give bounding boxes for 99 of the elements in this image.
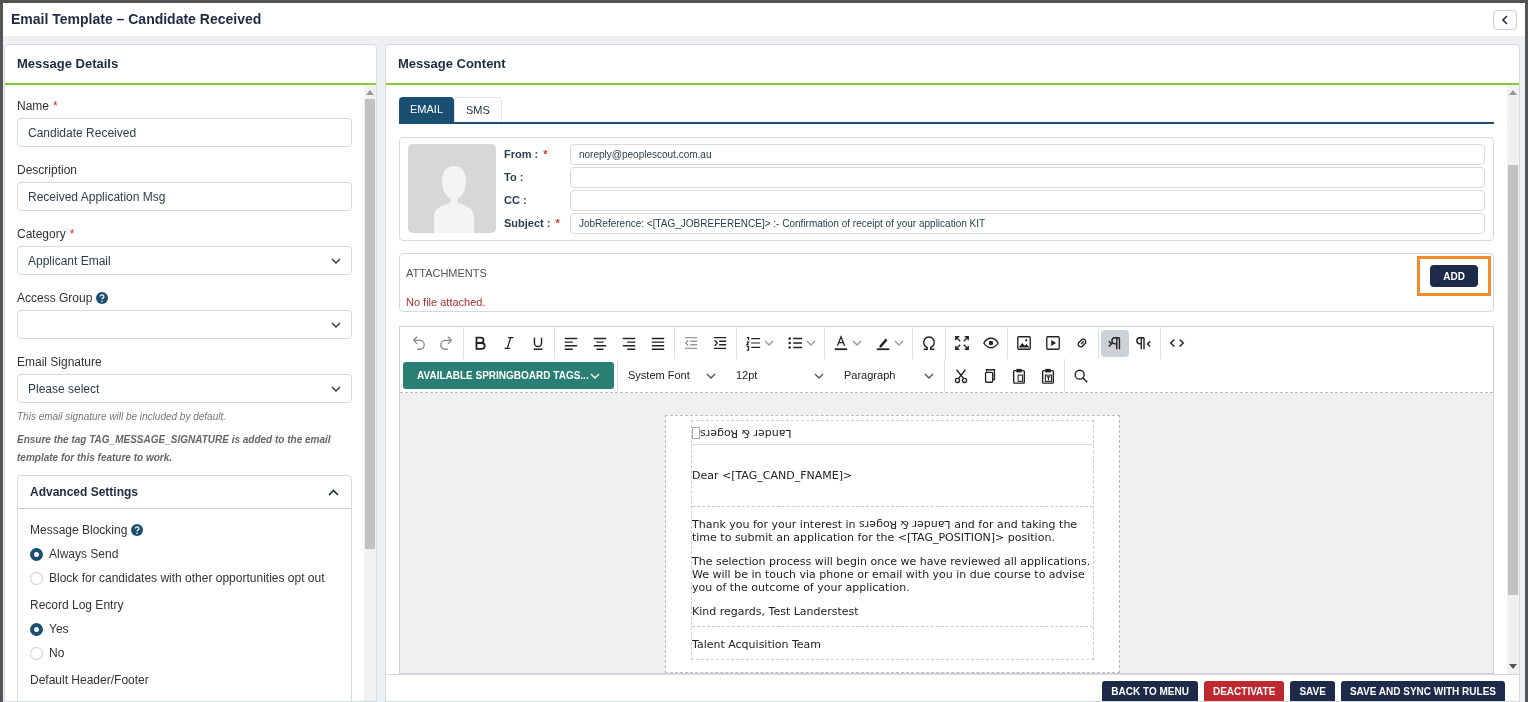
chevron-down-icon — [806, 340, 816, 346]
text-color-icon — [833, 335, 849, 351]
scrollbar[interactable] — [1507, 85, 1519, 674]
collapse-button[interactable] — [1493, 9, 1517, 30]
hint-text: This email signature will be included by default. — [17, 410, 227, 424]
radio-button[interactable] — [30, 622, 43, 636]
accordion-header[interactable]: Advanced Settings — [18, 476, 351, 509]
chevron-down-icon — [590, 372, 600, 379]
input-field[interactable] — [570, 190, 1485, 211]
image-alt-text: Lander & Rogers — [700, 425, 792, 441]
scroll-down-icon — [1509, 664, 1517, 670]
radio-label: Yes — [49, 621, 69, 638]
chevron-down-icon — [706, 372, 716, 379]
select-field[interactable]: Applicant Email — [17, 246, 352, 275]
broken-image-icon — [692, 426, 700, 439]
bullet-list-icon — [787, 335, 803, 351]
clipboard-text-icon — [1040, 367, 1056, 384]
field-label: Subject : — [504, 216, 551, 232]
panel-title: Message Content — [398, 55, 506, 74]
action-button[interactable]: SAVE AND SYNC WITH RULES — [1340, 681, 1505, 701]
action-button[interactable]: DEACTIVATE — [1203, 681, 1285, 701]
radio-label: Block for candidates with other opportunities opt out — [49, 570, 325, 587]
required-marker: * — [53, 98, 58, 115]
select-field[interactable]: Please select — [17, 374, 352, 403]
outdent-icon — [683, 335, 699, 351]
play-icon — [1045, 335, 1061, 351]
group-label: Record Log Entry — [30, 597, 124, 614]
select-field[interactable] — [17, 310, 352, 339]
omega-icon — [921, 335, 937, 351]
chevron-left-icon — [1501, 14, 1509, 25]
align-left-icon — [563, 335, 579, 351]
field-label: Name — [17, 98, 49, 115]
email-paragraph: Talent Acquisition Team — [692, 638, 823, 651]
add-button[interactable]: ADD — [1430, 265, 1478, 287]
chevron-down-icon — [331, 321, 341, 328]
eye-icon — [983, 335, 999, 351]
radio-button[interactable] — [30, 547, 43, 561]
field-label: From : — [504, 147, 539, 163]
fullscreen-icon — [954, 335, 970, 351]
undo-icon — [410, 335, 426, 351]
chevron-down-icon — [924, 372, 934, 379]
group-label: Message Blocking — [30, 522, 128, 539]
search-icon — [1073, 367, 1089, 384]
field-label: CC : — [504, 193, 527, 209]
required-marker: * — [69, 226, 75, 243]
paragraph-ltr-icon — [1107, 335, 1123, 351]
clipboard-icon — [1011, 367, 1027, 384]
action-button[interactable]: BACK TO MENU — [1102, 681, 1198, 701]
toolbar-select[interactable]: Paragraph — [834, 359, 944, 392]
radio-label: Always Send — [49, 546, 119, 563]
field-label: Category — [17, 226, 66, 243]
scroll-up-icon — [1509, 89, 1517, 95]
field-label: Access Group — [17, 290, 93, 307]
toolbar-select[interactable]: 12pt — [726, 359, 834, 392]
tab[interactable]: SMS — [454, 97, 502, 122]
radio-label: No — [49, 645, 65, 662]
justify-icon — [650, 335, 666, 351]
empty-message: No file attached. — [406, 294, 487, 310]
toolbar-select[interactable]: System Font — [618, 359, 726, 392]
chevron-down-icon — [894, 340, 904, 346]
email-paragraph: The selection process will begin once we have reviewed all applications. We will be in touch via phone or email with you in due course to advise you of the outcome of your application. — [692, 555, 1092, 594]
scissors-icon — [953, 367, 969, 384]
tab[interactable]: EMAIL — [399, 97, 454, 122]
group-label: Default Header/Footer — [30, 672, 149, 689]
field-label: To : — [504, 170, 524, 186]
toolbar-button[interactable] — [1101, 329, 1129, 357]
note-text: Ensure the tag TAG_MESSAGE_SIGNATURE is added to the email template for this feature to work. — [17, 433, 332, 465]
scrollbar[interactable] — [364, 85, 376, 701]
input-field[interactable]: Candidate Received — [17, 118, 352, 147]
input-field[interactable]: Received Application Msg — [17, 182, 352, 211]
chevron-down-icon — [764, 340, 774, 346]
email-paragraph: Thank you for your interest in Lander & Rogers and for and taking the time to submit an application for the <[TAG_POSITION]> position. — [692, 518, 1079, 544]
chevron-down-icon — [814, 372, 824, 379]
field-label: Description — [17, 162, 78, 179]
paragraph-rtl-icon — [1136, 335, 1152, 351]
required-marker: * — [555, 216, 560, 232]
align-right-icon — [621, 335, 637, 351]
chevron-down-icon — [331, 385, 341, 392]
required-marker: * — [543, 147, 548, 163]
email-paragraph: Dear <[TAG_CAND_FNAME]> — [692, 469, 854, 482]
section-label: ATTACHMENTS — [406, 266, 487, 281]
tags-dropdown-button[interactable]: AVAILABLE SPRINGBOARD TAGS... — [403, 362, 614, 389]
align-center-icon — [592, 335, 608, 351]
email-paragraph: Kind regards, Test Landerstest — [692, 605, 860, 618]
redo-icon — [439, 335, 455, 351]
field-label: Email Signature — [17, 354, 102, 371]
scroll-up-icon — [366, 89, 374, 95]
copy-icon — [982, 367, 998, 384]
image-icon — [1016, 335, 1032, 351]
input-field[interactable]: JobReference: <[TAG_JOBREFERENCE]> :- Confirmation of receipt of your application KIT — [570, 213, 1485, 234]
chevron-down-icon — [852, 340, 862, 346]
input-field[interactable] — [570, 167, 1485, 188]
panel-title: Message Details — [17, 55, 119, 74]
action-button[interactable]: SAVE — [1290, 681, 1335, 701]
input-field[interactable]: noreply@peoplescout.com.au — [570, 144, 1485, 165]
window-title: Email Template – Candidate Received — [11, 10, 262, 29]
indent-icon — [712, 335, 728, 351]
chevron-down-icon — [331, 257, 341, 264]
numbered-list-icon — [745, 335, 761, 351]
